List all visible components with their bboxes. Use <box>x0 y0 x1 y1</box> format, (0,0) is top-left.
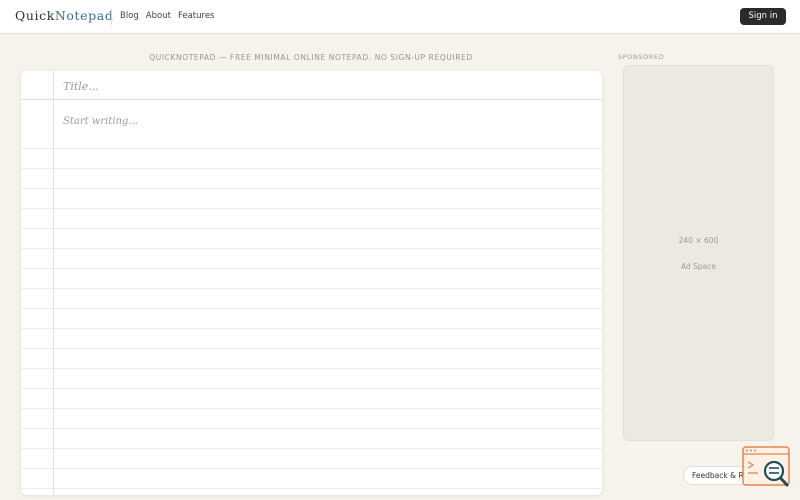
header-bar: QuickNotepad Blog About Features Sign in <box>0 0 800 34</box>
nav-link-features[interactable]: Features <box>178 11 215 21</box>
logo[interactable]: QuickNotepad <box>15 8 113 23</box>
note-body-textarea[interactable] <box>63 112 593 482</box>
main-nav: Blog About Features <box>120 11 215 21</box>
sign-in-button[interactable]: Sign in <box>740 8 786 25</box>
title-row <box>21 71 602 100</box>
nav-link-about[interactable]: About <box>146 11 171 21</box>
ad-size-label: 240 × 600 <box>678 236 719 245</box>
sponsored-label: SPONSORED <box>618 53 665 61</box>
feedback-search-icon[interactable] <box>742 446 790 490</box>
note-editor <box>21 71 602 495</box>
margin-line <box>53 71 54 495</box>
logo-text-notepad: Notepad <box>54 8 114 23</box>
logo-text-quick: Quick <box>15 8 55 23</box>
note-title-input[interactable] <box>63 78 583 94</box>
ad-placeholder[interactable]: 240 × 600 Ad Space <box>623 65 774 441</box>
search-document-icon <box>742 446 790 487</box>
tagline: QUICKNOTEPAD — FREE MINIMAL ONLINE NOTEP… <box>149 53 473 62</box>
ad-space-label: Ad Space <box>681 262 716 271</box>
nav-link-blog[interactable]: Blog <box>120 11 139 21</box>
header-divider <box>111 9 112 25</box>
